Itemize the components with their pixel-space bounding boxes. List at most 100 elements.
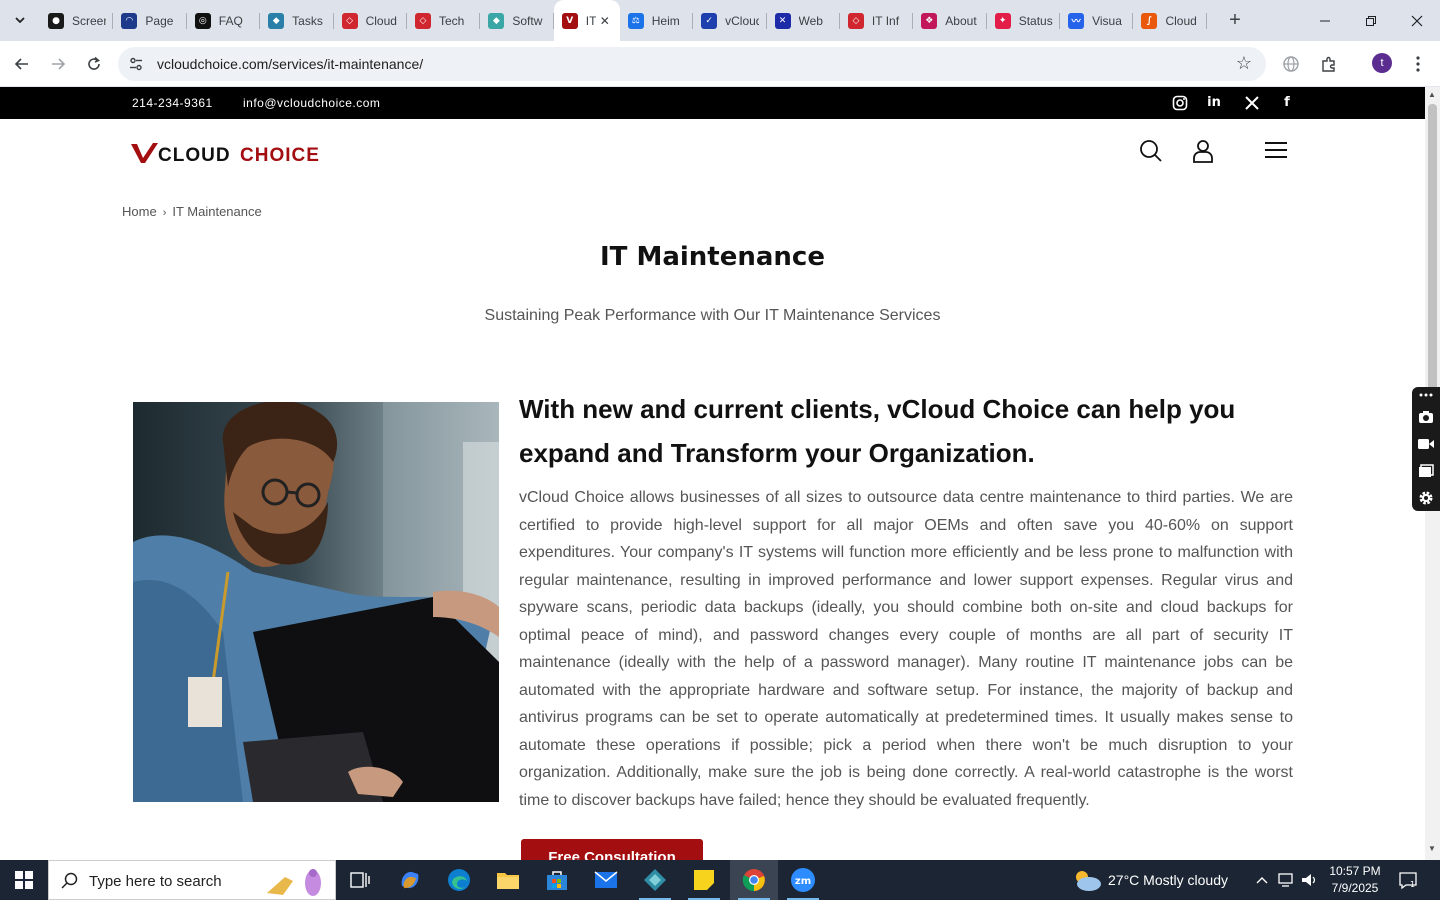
- gear-icon[interactable]: [1412, 484, 1440, 511]
- browser-tab[interactable]: ◆ Tasks: [260, 0, 334, 41]
- page-subtitle: Sustaining Peak Performance with Our IT …: [484, 307, 941, 324]
- browser-tab[interactable]: ✓ vCloud: [693, 0, 767, 41]
- free-consultation-button[interactable]: Free Consultation: [521, 839, 703, 860]
- instagram-icon[interactable]: [1172, 95, 1188, 111]
- browser-tab[interactable]: ◇ Tech: [407, 0, 481, 41]
- arrow-left-icon: [14, 58, 28, 70]
- taskbar-store[interactable]: [533, 860, 581, 900]
- browser-tab[interactable]: ◠ Page: [113, 0, 188, 41]
- browser-tab[interactable]: ◎ FAQ: [187, 0, 261, 41]
- url-text[interactable]: vcloudchoice.com/services/it-maintenance…: [157, 56, 423, 72]
- video-camera-icon[interactable]: [1412, 430, 1440, 457]
- browser-tab[interactable]: ● Screen: [40, 0, 114, 41]
- volume-button[interactable]: [1301, 860, 1319, 900]
- breadcrumb-home[interactable]: Home: [122, 204, 157, 219]
- restore-button[interactable]: [1348, 0, 1394, 41]
- tab-favicon-icon: ✦: [994, 12, 1011, 29]
- site-info-icon[interactable]: [128, 56, 144, 72]
- tab-favicon-icon: ◇: [847, 12, 864, 29]
- cloudy-weather-icon: [1076, 871, 1101, 891]
- top-contact-bar: 214-234-9361 info@vcloudchoice.com in f: [0, 87, 1425, 119]
- taskbar-search-box[interactable]: Type here to search: [48, 860, 336, 900]
- tab-favicon-icon: ◇: [414, 12, 431, 29]
- taskbar-edge[interactable]: [435, 860, 483, 900]
- address-bar[interactable]: vcloudchoice.com/services/it-maintenance…: [118, 47, 1266, 81]
- logo-text-choice: CHOICE: [240, 145, 320, 165]
- new-tab-button[interactable]: +: [1225, 8, 1245, 32]
- minimize-button[interactable]: [1302, 0, 1348, 41]
- forward-button[interactable]: [46, 52, 70, 76]
- tab-search-button[interactable]: [8, 8, 32, 32]
- tab-favicon-icon: ◆: [268, 12, 285, 29]
- page-title: IT Maintenance: [600, 242, 825, 272]
- browser-tab[interactable]: ✕ Web: [767, 0, 841, 41]
- browser-tab[interactable]: ◇ Cloud: [334, 0, 408, 41]
- taskbar-file-explorer[interactable]: [484, 860, 532, 900]
- network-button[interactable]: [1278, 860, 1296, 900]
- tab-favicon-icon: V: [561, 12, 578, 29]
- translate-icon[interactable]: [1280, 53, 1302, 75]
- camera-icon[interactable]: [1412, 403, 1440, 430]
- chrome-icon: [742, 869, 765, 892]
- taskbar-clock[interactable]: 10:57 PM 7/9/2025: [1322, 863, 1388, 897]
- notification-center-button[interactable]: 1: [1398, 860, 1418, 900]
- facebook-icon[interactable]: f: [1279, 95, 1295, 111]
- tab-favicon-icon: 〰: [1068, 12, 1085, 29]
- chevron-up-icon: [1256, 877, 1268, 884]
- back-button[interactable]: [10, 52, 34, 76]
- close-window-button[interactable]: [1394, 0, 1440, 41]
- chevron-right-icon: ›: [162, 207, 167, 219]
- browser-tab[interactable]: ∫ Cloud: [1133, 0, 1208, 41]
- taskbar-mail[interactable]: [582, 860, 630, 900]
- task-view-icon: [350, 872, 370, 888]
- tab-close-icon[interactable]: ✕: [600, 14, 610, 28]
- weather-widget[interactable]: 27°C Mostly cloudy: [1072, 860, 1228, 900]
- user-account-icon[interactable]: [1190, 138, 1216, 164]
- search-icon[interactable]: [1138, 138, 1164, 164]
- taskbar-zoom[interactable]: zm: [779, 860, 827, 900]
- phone-link[interactable]: 214-234-9361: [132, 96, 213, 110]
- bookmark-star-icon[interactable]: ☆: [1236, 53, 1252, 74]
- browser-tab[interactable]: ✦ Status: [987, 0, 1061, 41]
- taskbar-copilot[interactable]: [386, 860, 434, 900]
- widget-more-icon[interactable]: [1412, 387, 1440, 403]
- tab-favicon-icon: ◎: [194, 12, 211, 29]
- section-paragraph: vCloud Choice allows businesses of all s…: [519, 489, 1293, 809]
- tab-favicon-icon: ◇: [341, 12, 358, 29]
- browser-tab[interactable]: ⚖ Heim: [620, 0, 694, 41]
- tab-title: Cloud: [1165, 13, 1197, 28]
- taskbar-sticky-notes[interactable]: [680, 860, 728, 900]
- hamburger-menu-icon[interactable]: [1263, 138, 1289, 164]
- diamond-app-icon: [644, 869, 666, 891]
- tab-favicon-icon: ●: [48, 12, 64, 29]
- browser-tab-strip: ● Screen ◠ Page ◎ FAQ ◆ Tasks ◇ Cloud ◇ Tech ◆ Softw V…: [0, 0, 1440, 41]
- browser-tab[interactable]: ❖ About: [913, 0, 988, 41]
- start-button[interactable]: [0, 860, 48, 900]
- taskbar-app-diamond[interactable]: [631, 860, 679, 900]
- reload-button[interactable]: [82, 52, 106, 76]
- window-capture-icon[interactable]: [1412, 457, 1440, 484]
- weather-text: 27°C Mostly cloudy: [1108, 872, 1228, 888]
- profile-avatar[interactable]: t: [1372, 53, 1392, 73]
- browser-tab[interactable]: ◇ IT Inf: [840, 0, 914, 41]
- browser-tab[interactable]: 〰 Visua: [1060, 0, 1134, 41]
- browser-tab[interactable]: V IT ✕: [553, 0, 620, 41]
- browser-tab[interactable]: ◆ Softw: [480, 0, 555, 41]
- x-twitter-icon[interactable]: [1244, 95, 1260, 111]
- taskbar-chrome[interactable]: [730, 860, 778, 900]
- taskbar-search-placeholder: Type here to search: [89, 873, 222, 890]
- linkedin-icon[interactable]: in: [1206, 95, 1222, 111]
- task-view-button[interactable]: [336, 860, 384, 900]
- tab-title: Visua: [1092, 13, 1122, 28]
- browser-menu-button[interactable]: [1407, 53, 1429, 75]
- tab-title: About: [945, 13, 977, 28]
- extensions-button[interactable]: [1318, 53, 1340, 75]
- network-icon: [1278, 873, 1293, 887]
- scroll-up-icon[interactable]: ▲: [1428, 90, 1436, 99]
- reload-icon: [88, 56, 100, 70]
- tab-title: Web: [798, 13, 823, 28]
- email-link[interactable]: info@vcloudchoice.com: [243, 96, 380, 110]
- tray-overflow-button[interactable]: [1256, 860, 1268, 900]
- vcloudchoice-logo[interactable]: CLOUD CHOICE: [131, 141, 327, 165]
- scroll-down-icon[interactable]: ▼: [1428, 844, 1436, 853]
